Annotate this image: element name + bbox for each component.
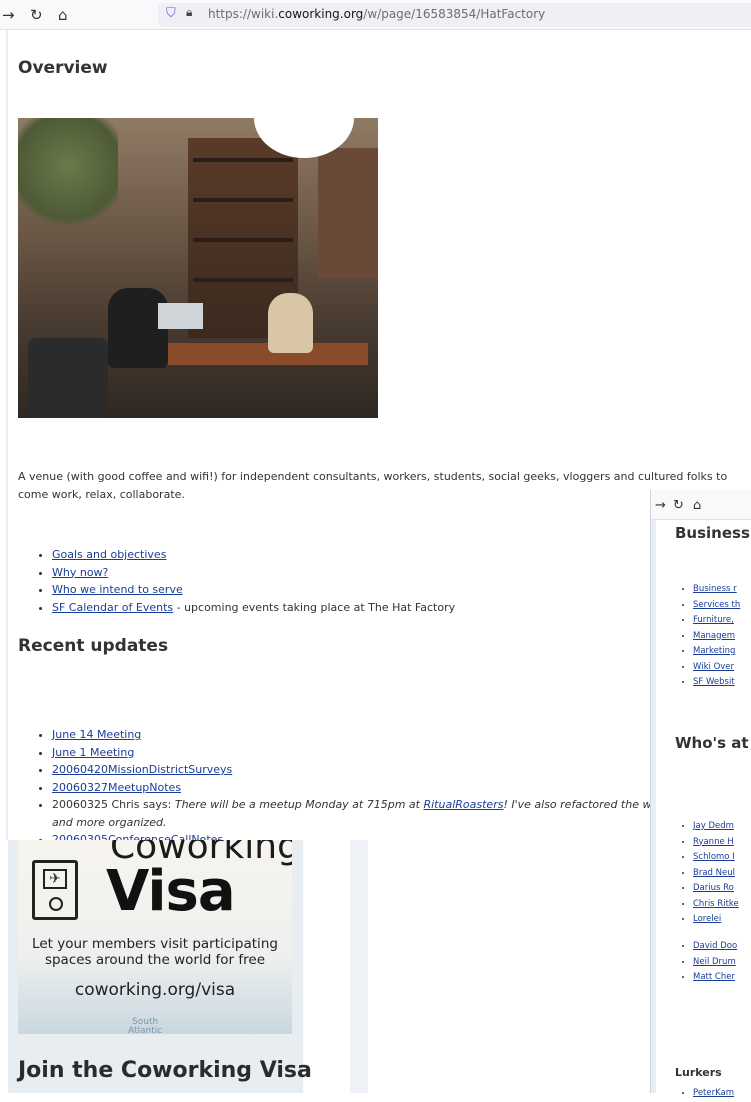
hat-factory-photo bbox=[18, 118, 378, 418]
list-item: Furniture, bbox=[693, 613, 740, 629]
recent-updates-list: June 14 Meeting June 1 Meeting 20060420M… bbox=[38, 726, 723, 849]
list-item: Darius Ro bbox=[693, 881, 739, 897]
list-item: 20060327MeetupNotes bbox=[52, 779, 723, 797]
address-bar[interactable]: ⛉ 🔒︎ https://wiki.coworking.org/w/page/1… bbox=[158, 3, 751, 27]
list-item: Matt Cher bbox=[693, 970, 737, 986]
intro-paragraph: A venue (with good coffee and wifi!) for… bbox=[18, 470, 728, 501]
link-june-1[interactable]: June 1 Meeting bbox=[52, 746, 134, 759]
list-item: June 14 Meeting bbox=[52, 726, 723, 744]
list-item: Chris Ritke bbox=[693, 897, 739, 913]
business-list: Business r Services th Furniture, Manage… bbox=[681, 582, 740, 691]
back-arrow-icon[interactable]: → bbox=[2, 6, 15, 24]
left-gutter bbox=[6, 30, 8, 840]
right-browser-window: → ↻ ⌂ Business r Business r Services th … bbox=[650, 490, 751, 1098]
reload-icon[interactable]: ↻ bbox=[673, 498, 684, 513]
back-arrow-icon[interactable]: → bbox=[655, 498, 666, 513]
list-item: SF Calendar of Events - upcoming events … bbox=[52, 599, 455, 617]
lock-icon[interactable]: 🔒︎ bbox=[186, 5, 192, 20]
whos-at-heading: Who's at bbox=[675, 734, 749, 752]
link-goals[interactable]: Goals and objectives bbox=[52, 548, 166, 561]
list-item: 20060420MissionDistrictSurveys bbox=[52, 761, 723, 779]
link-june-14[interactable]: June 14 Meeting bbox=[52, 728, 141, 741]
list-item: David Doo bbox=[693, 939, 737, 955]
coworking-visa-banner[interactable]: Coworking ✈ Visa Let your members visit … bbox=[18, 840, 292, 1034]
list-item: Business r bbox=[693, 582, 740, 598]
list-item: Jay Dedm bbox=[693, 819, 739, 835]
list-item: PeterKam bbox=[693, 1086, 734, 1102]
link-ritual-roasters[interactable]: RitualRoasters bbox=[423, 798, 503, 811]
browser-toolbar: → ↻ ⌂ ⛉ 🔒︎ https://wiki.coworking.org/w/… bbox=[0, 0, 751, 30]
lurkers-heading: Lurkers bbox=[675, 1066, 722, 1079]
visa-tagline: Let your members visit participating spa… bbox=[32, 936, 278, 968]
visa-url: coworking.org/visa bbox=[74, 980, 236, 1000]
list-item: Goals and objectives bbox=[52, 546, 455, 564]
list-item: Why now? bbox=[52, 564, 455, 582]
list-item: Ryanne H bbox=[693, 835, 739, 851]
visa-wordmark: Visa bbox=[106, 859, 236, 924]
list-item: June 1 Meeting bbox=[52, 744, 723, 762]
link-why-now[interactable]: Why now? bbox=[52, 566, 108, 579]
list-item: Brad Neul bbox=[693, 866, 739, 882]
overview-heading: Overview bbox=[18, 58, 108, 78]
lurkers-list: PeterKam bbox=[681, 1086, 734, 1102]
overview-links: Goals and objectives Why now? Who we int… bbox=[38, 546, 455, 616]
link-meetup-notes[interactable]: 20060327MeetupNotes bbox=[52, 781, 181, 794]
members-list-2: David Doo Neil Drum Matt Cher bbox=[681, 939, 737, 986]
list-item: Services th bbox=[693, 598, 740, 614]
join-visa-heading: Join the Coworking Visa bbox=[18, 1058, 312, 1083]
main-browser-window: → ↻ ⌂ ⛉ 🔒︎ https://wiki.coworking.org/w/… bbox=[0, 0, 751, 846]
link-mission-surveys[interactable]: 20060420MissionDistrictSurveys bbox=[52, 763, 232, 776]
map-label: South Atlantic bbox=[128, 1017, 163, 1035]
home-icon[interactable]: ⌂ bbox=[693, 498, 701, 513]
link-who-we-serve[interactable]: Who we intend to serve bbox=[52, 583, 183, 596]
passport-icon: ✈ bbox=[32, 860, 78, 920]
list-item: Schlomo I bbox=[693, 850, 739, 866]
list-item: Marketing bbox=[693, 644, 740, 660]
list-item: Neil Drum bbox=[693, 955, 737, 971]
list-item: 20060325 Chris says: There will be a mee… bbox=[52, 796, 723, 831]
list-item: Managem bbox=[693, 629, 740, 645]
list-item: Wiki Over bbox=[693, 660, 740, 676]
url-text[interactable]: https://wiki.coworking.org/w/page/165838… bbox=[208, 7, 545, 21]
members-list: Jay Dedm Ryanne H Schlomo I Brad Neul Da… bbox=[681, 819, 739, 928]
list-item: Lorelei bbox=[693, 912, 739, 928]
business-heading: Business r bbox=[675, 524, 751, 542]
recent-updates-heading: Recent updates bbox=[18, 636, 169, 656]
background-window-visa: Coworking ✈ Visa Let your members visit … bbox=[0, 840, 370, 1093]
browser-toolbar: → ↻ ⌂ bbox=[651, 490, 751, 520]
list-item: Who we intend to serve bbox=[52, 581, 455, 599]
reload-icon[interactable]: ↻ bbox=[30, 6, 43, 24]
airplane-icon: ✈ bbox=[43, 869, 67, 889]
home-icon[interactable]: ⌂ bbox=[58, 6, 68, 24]
shield-icon[interactable]: ⛉ bbox=[166, 6, 178, 21]
list-item: SF Websit bbox=[693, 675, 740, 691]
calendar-description: - upcoming events taking place at The Ha… bbox=[173, 600, 456, 614]
link-sf-calendar[interactable]: SF Calendar of Events bbox=[52, 601, 173, 614]
